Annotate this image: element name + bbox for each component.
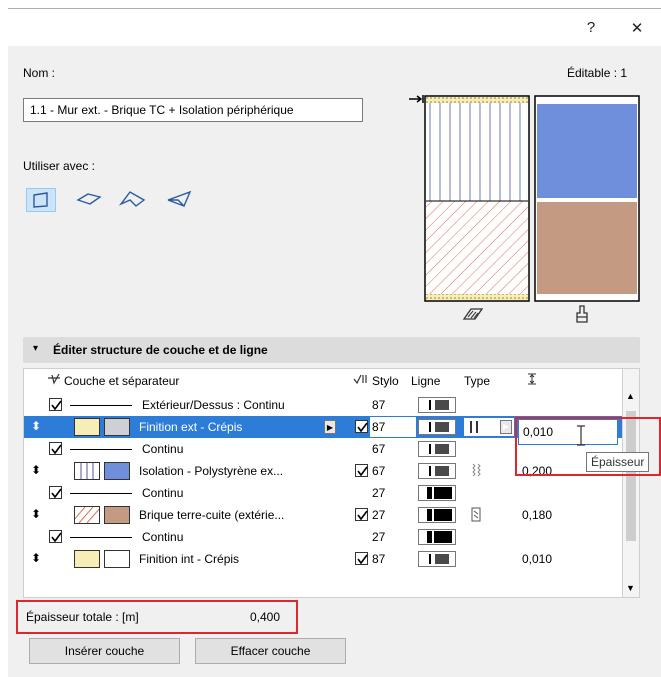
line-type-icon[interactable] — [418, 441, 456, 457]
line-type-icon[interactable] — [418, 551, 456, 567]
header-stylo[interactable]: Stylo — [372, 374, 399, 388]
row-pen[interactable]: 87 — [372, 420, 385, 434]
help-button[interactable]: ? — [581, 19, 601, 36]
line-type-icon[interactable] — [418, 397, 456, 413]
scroll-down-icon[interactable]: ▼ — [626, 583, 635, 593]
insert-layer-button[interactable]: Insérer couche — [29, 638, 180, 664]
row-label: Continu — [142, 530, 184, 544]
table-row[interactable]: Continu 27 — [24, 482, 622, 504]
row-label: Brique terre-cuite (extérie... — [139, 508, 285, 522]
row-thickness[interactable]: 0,010 — [522, 552, 552, 566]
separator-line — [70, 449, 132, 450]
row-label: Extérieur/Dessus : Continu — [142, 398, 285, 412]
scroll-up-icon[interactable]: ▲ — [626, 391, 635, 401]
separator-line — [70, 493, 132, 494]
close-button[interactable]: ✕ — [627, 19, 647, 37]
brush-icon[interactable] — [574, 304, 590, 327]
row-label: Finition int - Crépis — [139, 552, 240, 566]
fill-pattern-swatch[interactable] — [74, 462, 100, 480]
total-value: 0,400 — [250, 610, 281, 624]
type-cell[interactable]: ▶ — [464, 418, 514, 436]
row-checkbox[interactable] — [49, 398, 62, 411]
wall-tool-icon[interactable] — [26, 188, 56, 212]
name-label: Nom : — [23, 66, 56, 80]
header-layer[interactable]: Couche et séparateur — [64, 374, 179, 388]
name-field[interactable]: 1.1 - Mur ext. - Brique TC + Isolation p… — [23, 98, 363, 122]
row-checkbox[interactable] — [355, 508, 368, 521]
header-type[interactable]: Type — [464, 374, 490, 388]
pen-check-icon — [353, 373, 369, 388]
delete-layer-button[interactable]: Effacer couche — [195, 638, 346, 664]
dropdown-arrow-icon[interactable]: ▶ — [324, 420, 336, 434]
row-pen: 27 — [372, 486, 386, 500]
type-arrow-icon: ▶ — [500, 420, 512, 434]
table-row[interactable]: Extérieur/Dessus : Continu 87 — [24, 394, 622, 416]
row-checkbox[interactable] — [49, 442, 62, 455]
table-row[interactable]: Continu 27 — [24, 526, 622, 548]
line-type-icon[interactable] — [418, 463, 456, 479]
cut-fill-icon[interactable] — [462, 306, 484, 325]
row-pen: 27 — [372, 530, 386, 544]
section-title: Éditer structure de couche et de ligne — [53, 343, 268, 357]
structure-preview — [405, 92, 643, 307]
total-label: Épaisseur totale : [m] — [26, 610, 139, 624]
table-scrollbar[interactable]: ▲ ▼ — [623, 368, 640, 598]
use-with-label: Utiliser avec : — [23, 159, 96, 173]
fill-pattern-swatch[interactable] — [72, 506, 102, 524]
layer-table: Couche et séparateur Stylo Ligne Type Ex… — [23, 368, 623, 598]
visibility-check-icon — [47, 373, 61, 388]
thickness-icon — [527, 373, 537, 388]
header-ligne[interactable]: Ligne — [411, 374, 440, 388]
drag-handle-icon[interactable]: ⬍ — [31, 507, 41, 521]
separator-line — [70, 405, 132, 406]
line-type-icon[interactable] — [418, 485, 456, 501]
surface-swatch[interactable] — [104, 550, 130, 568]
section-header[interactable]: ▾ Éditer structure de couche et de ligne — [23, 337, 640, 363]
row-label: Continu — [142, 442, 184, 456]
fill-pattern-swatch[interactable] — [74, 550, 100, 568]
surface-swatch[interactable] — [104, 462, 130, 480]
editable-count: Éditable : 1 — [567, 66, 628, 80]
row-pen: 87 — [372, 398, 386, 412]
row-label: Finition ext - Crépis — [139, 420, 243, 434]
line-type-icon[interactable] — [418, 529, 456, 545]
line-type-icon[interactable] — [418, 507, 456, 523]
collapse-arrow-icon[interactable]: ▾ — [33, 343, 38, 354]
type-icon — [470, 507, 482, 526]
row-pen: 87 — [372, 552, 386, 566]
row-label: Continu — [142, 486, 184, 500]
row-pen: 67 — [372, 464, 386, 478]
fill-pattern-swatch[interactable] — [74, 418, 100, 436]
row-checkbox[interactable] — [355, 464, 368, 477]
row-label: Isolation - Polystyrène ex... — [139, 464, 284, 478]
table-row[interactable]: ⬍ Brique terre-cuite (extérie... 27 0,18… — [24, 504, 622, 526]
row-checkbox[interactable] — [49, 530, 62, 543]
row-checkbox[interactable] — [49, 486, 62, 499]
slab-tool-icon[interactable] — [74, 188, 104, 212]
tooltip: Épaisseur — [586, 452, 650, 472]
type-icon — [470, 463, 482, 482]
separator-line — [70, 537, 132, 538]
line-type-icon[interactable] — [418, 419, 456, 435]
row-pen: 27 — [372, 508, 386, 522]
row-checkbox[interactable] — [355, 420, 368, 433]
drag-handle-icon[interactable]: ⬍ — [31, 463, 41, 477]
drag-handle-icon[interactable]: ⬍ — [31, 551, 41, 565]
roof-tool-icon[interactable] — [118, 188, 148, 212]
drag-handle-icon[interactable]: ⬍ — [31, 419, 41, 433]
table-row[interactable]: ⬍ Finition int - Crépis 87 0,010 — [24, 548, 622, 570]
surface-swatch[interactable] — [104, 418, 130, 436]
row-checkbox[interactable] — [355, 552, 368, 565]
row-thickness[interactable]: 0,180 — [522, 508, 552, 522]
surface-swatch[interactable] — [104, 506, 130, 524]
top-border — [8, 8, 661, 9]
row-pen: 67 — [372, 442, 386, 456]
shell-tool-icon[interactable] — [164, 188, 194, 212]
